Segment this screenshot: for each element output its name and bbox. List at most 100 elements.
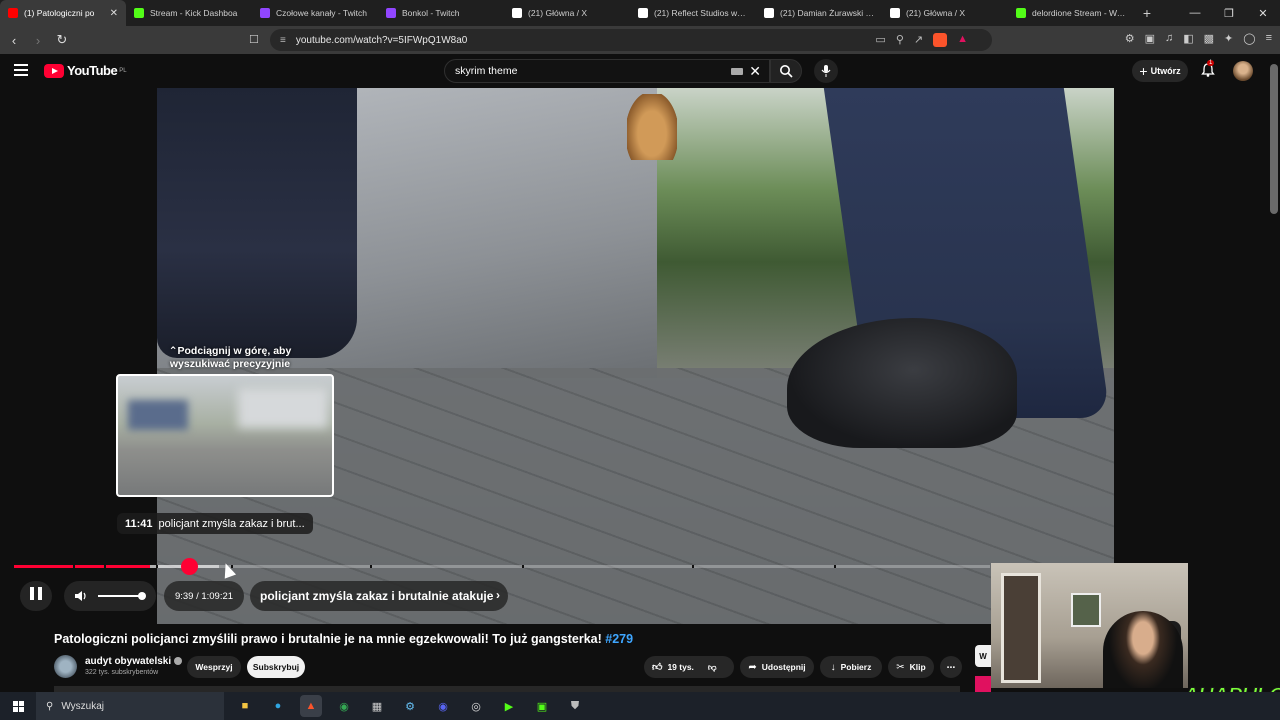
sidebar-icon[interactable]: ◧ xyxy=(1183,32,1193,45)
streamer-webcam xyxy=(991,563,1188,688)
chevron-right-icon: › xyxy=(496,588,500,602)
chrome-icon[interactable]: ◉ xyxy=(333,695,355,717)
pause-button[interactable] xyxy=(20,581,52,611)
browser-tab[interactable]: Bonkol - Twitch xyxy=(378,0,504,26)
youtube-header: YouTube PL skyrim theme ✕ + Utwórz 1 xyxy=(0,54,1280,88)
channel-avatar[interactable] xyxy=(54,655,77,678)
site-info-icon[interactable]: ≡ xyxy=(280,35,286,46)
share-page-icon[interactable]: ↗ xyxy=(914,33,923,47)
clip-button[interactable]: ✂ Klip xyxy=(888,656,934,678)
obs-icon[interactable]: ◎ xyxy=(465,695,487,717)
browser-tab[interactable]: Stream - Kick Dashboa xyxy=(126,0,252,26)
subscribe-button[interactable]: Subskrybuj xyxy=(247,656,305,678)
forward-icon[interactable]: › xyxy=(28,33,48,48)
browser-tab-strip: (1) Patologiczni po ✕ Stream - Kick Dashbo… xyxy=(0,0,1280,26)
leo-icon[interactable]: ✦ xyxy=(1224,32,1233,45)
back-icon[interactable]: ‹ xyxy=(4,33,24,48)
steam-icon[interactable]: ⚙ xyxy=(399,695,421,717)
scissors-icon: ✂ xyxy=(896,661,905,673)
tab-favicon-icon xyxy=(1016,8,1026,18)
search-input[interactable]: skyrim theme ✕ xyxy=(444,59,770,83)
vpn-icon[interactable]: ◯ xyxy=(1243,32,1255,45)
shield-app-icon[interactable]: ⛊ xyxy=(564,695,586,717)
side-panel-chip[interactable]: W xyxy=(975,645,991,667)
guide-menu-icon[interactable] xyxy=(14,64,28,79)
time-text: 9:39 / 1:09:21 xyxy=(174,590,234,602)
music-icon[interactable]: ♫ xyxy=(1165,32,1173,45)
youtube-logo-text: YouTube xyxy=(67,63,118,78)
browser-tab[interactable]: delordione Stream - Watc xyxy=(1008,0,1134,26)
restore-icon[interactable]: ❐ xyxy=(1212,0,1246,26)
create-button[interactable]: + Utwórz xyxy=(1132,60,1188,82)
volume-slider[interactable] xyxy=(98,595,142,597)
chapter-button[interactable]: policjant zmyśla zakaz i brutalnie ataku… xyxy=(250,581,508,611)
video-hashtag[interactable]: #279 xyxy=(605,632,633,646)
brave-icon[interactable]: ▲ xyxy=(300,695,322,717)
new-tab-button[interactable]: + xyxy=(1134,5,1160,21)
tab-title: (21) Główna / X xyxy=(906,8,966,18)
search-button[interactable] xyxy=(770,59,802,83)
bookmark-icon[interactable]: ☐ xyxy=(249,33,259,46)
like-dislike-group: 👍︎ 19 tys. 👎︎ xyxy=(644,656,734,678)
clear-search-icon[interactable]: ✕ xyxy=(749,63,761,80)
progress-bar[interactable] xyxy=(14,565,990,568)
menu-icon[interactable]: ≡ xyxy=(1266,32,1272,45)
page-scrollbar[interactable] xyxy=(1270,64,1278,214)
start-button[interactable] xyxy=(0,700,36,712)
brave-rewards-icon[interactable]: ▲ xyxy=(957,33,968,47)
search-icon xyxy=(780,65,793,78)
taskbar-apps: ■ ● ▲ ◉ ▦ ⚙ ◉ ◎ ▶ ▣ ⛊ xyxy=(234,695,586,717)
tab-favicon-icon xyxy=(764,8,774,18)
extensions-icon[interactable]: ⚙ xyxy=(1125,32,1135,45)
reload-icon[interactable]: ↻ xyxy=(52,32,72,48)
taskbar-search[interactable]: ⚲ Wyszukaj xyxy=(36,692,224,720)
chapter-title: policjant zmyśla zakaz i brutalnie ataku… xyxy=(260,589,494,603)
browser-tab[interactable]: Czołowe kanały - Twitch xyxy=(252,0,378,26)
video-title: Patologiczni policjanci zmyślili prawo i… xyxy=(54,632,954,646)
download-button[interactable]: ↓ Pobierz xyxy=(820,656,882,678)
more-actions-button[interactable]: ⋯ xyxy=(940,656,962,678)
youtube-logo[interactable]: YouTube PL xyxy=(44,63,127,78)
volume-knob[interactable] xyxy=(138,592,146,600)
close-tab-icon[interactable]: ✕ xyxy=(110,8,118,19)
volume-icon[interactable] xyxy=(74,589,88,603)
like-icon[interactable]: 👍︎ xyxy=(652,661,662,673)
play-app-icon[interactable]: ▶ xyxy=(498,695,520,717)
discord-icon[interactable]: ◉ xyxy=(432,695,454,717)
browser-tab[interactable]: (21) Reflect Studios w serw xyxy=(630,0,756,26)
brave-shields-icon[interactable] xyxy=(933,33,948,47)
account-avatar[interactable] xyxy=(1233,61,1253,81)
browser-tab[interactable]: (21) Główna / X xyxy=(882,0,1008,26)
support-button[interactable]: Wesprzyj xyxy=(187,656,241,678)
cast-icon[interactable]: ▭ xyxy=(875,33,885,47)
voice-search-button[interactable] xyxy=(814,59,838,83)
dislike-icon[interactable]: 👎︎ xyxy=(708,662,717,673)
browser-tab[interactable]: (21) Główna / X xyxy=(504,0,630,26)
address-bar-row: ‹ › ↻ ☐ ≡ youtube.com/watch?v=5IFWpQ1W8a… xyxy=(0,26,1280,54)
tab-favicon-icon xyxy=(512,8,522,18)
youtube-play-icon xyxy=(44,63,64,78)
game-icon[interactable]: ▣ xyxy=(531,695,553,717)
wallet-icon[interactable]: ▣ xyxy=(1145,32,1155,45)
wallet2-icon[interactable]: ▩ xyxy=(1204,32,1214,45)
close-window-icon[interactable]: ✕ xyxy=(1246,0,1280,26)
browser-tab[interactable]: (21) Damian Żurawski w sc xyxy=(756,0,882,26)
channel-name[interactable]: audyt obywatelski xyxy=(85,656,183,667)
file-explorer-icon[interactable]: ■ xyxy=(234,695,256,717)
preview-time: 11:41 xyxy=(125,517,153,530)
keyboard-icon[interactable] xyxy=(731,68,743,75)
chapter-marker xyxy=(72,565,75,568)
edge-icon[interactable]: ● xyxy=(267,695,289,717)
browser-tab[interactable]: (1) Patologiczni po ✕ xyxy=(0,0,126,26)
seek-preview-thumbnail xyxy=(116,374,334,497)
tab-favicon-icon xyxy=(386,8,396,18)
app-icon[interactable]: ▦ xyxy=(366,695,388,717)
volume-control[interactable] xyxy=(64,581,156,611)
zoom-icon[interactable]: ⚲ xyxy=(896,33,904,47)
like-count[interactable]: 19 tys. xyxy=(667,662,693,672)
share-button[interactable]: ➦ Udostępnij xyxy=(740,656,814,678)
scrubber-handle[interactable] xyxy=(181,558,198,575)
preview-chapter: policjant zmyśla zakaz i brut... xyxy=(158,517,305,530)
minimize-icon[interactable]: — xyxy=(1178,0,1212,26)
windows-taskbar: ⚲ Wyszukaj ■ ● ▲ ◉ ▦ ⚙ ◉ ◎ ▶ ▣ ⛊ xyxy=(0,692,1280,720)
